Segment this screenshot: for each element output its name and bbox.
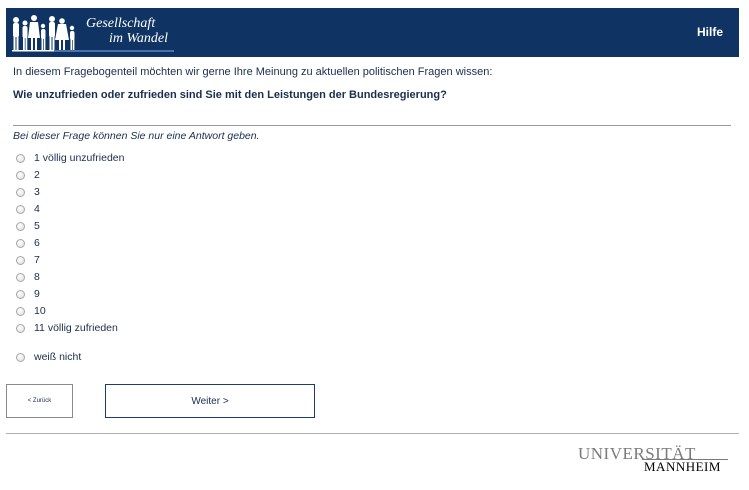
answer-option-label: 8: [34, 271, 40, 283]
answer-option-dont-know[interactable]: weiß nicht: [16, 350, 81, 364]
answer-option-7[interactable]: 7: [16, 253, 40, 267]
next-button[interactable]: Weiter >: [105, 384, 315, 418]
answer-option-5[interactable]: 5: [16, 219, 40, 233]
radio-button[interactable]: [16, 153, 25, 163]
answer-option-10[interactable]: 10: [16, 304, 46, 318]
radio-button[interactable]: [16, 323, 25, 333]
logo-title-line2: im Wandel: [109, 31, 168, 46]
radio-button[interactable]: [16, 238, 25, 248]
answer-option-label: 4: [34, 203, 40, 215]
logo-title-line1: Gesellschaft: [86, 16, 156, 31]
answer-option-8[interactable]: 8: [16, 270, 40, 284]
radio-button[interactable]: [16, 272, 25, 282]
radio-button[interactable]: [16, 204, 25, 214]
answer-option-label: 6: [34, 237, 40, 249]
radio-button[interactable]: [16, 187, 25, 197]
logo-title: Gesellschaft im Wandel: [86, 16, 168, 46]
answer-option-label: 11 völlig zufrieden: [34, 322, 118, 334]
answer-option-label: weiß nicht: [34, 351, 82, 363]
radio-button[interactable]: [16, 170, 25, 180]
radio-button[interactable]: [16, 352, 25, 362]
question-text: Wie unzufrieden oder zufrieden sind Sie …: [13, 89, 447, 101]
radio-button[interactable]: [16, 306, 25, 316]
header-bar: Gesellschaft im Wandel Hilfe: [6, 8, 739, 57]
radio-button[interactable]: [16, 255, 25, 265]
answer-option-9[interactable]: 9: [16, 287, 40, 301]
footer-divider: [6, 433, 739, 434]
answer-option-label: 2: [34, 169, 40, 181]
intro-text: In diesem Fragebogenteil möchten wir ger…: [13, 66, 493, 78]
answer-option-4[interactable]: 4: [16, 202, 40, 216]
answer-option-2[interactable]: 2: [16, 168, 40, 182]
back-button[interactable]: < Zurück: [6, 384, 73, 418]
answer-option-6[interactable]: 6: [16, 236, 40, 250]
help-link[interactable]: Hilfe: [697, 25, 723, 39]
radio-button[interactable]: [16, 289, 25, 299]
answer-option-label: 9: [34, 288, 40, 300]
logo-underline: [54, 50, 174, 52]
university-logo-line2: MANNHEIM: [644, 459, 721, 474]
answer-option-11[interactable]: 11 völlig zufrieden: [16, 321, 118, 335]
university-logo: UNIVERSITÄT MANNHEIM: [576, 444, 732, 474]
radio-button[interactable]: [16, 221, 25, 231]
answer-hint: Bei dieser Frage können Sie nur eine Ant…: [13, 130, 260, 142]
people-silhouettes-icon: [12, 15, 82, 52]
answer-option-label: 1 völlig unzufrieden: [34, 152, 125, 164]
answer-option-label: 5: [34, 220, 40, 232]
answer-option-label: 10: [34, 305, 46, 317]
answer-option-3[interactable]: 3: [16, 185, 40, 199]
answer-option-label: 7: [34, 254, 40, 266]
answer-option-1[interactable]: 1 völlig unzufrieden: [16, 151, 124, 165]
divider: [13, 125, 731, 126]
answer-option-label: 3: [34, 186, 40, 198]
